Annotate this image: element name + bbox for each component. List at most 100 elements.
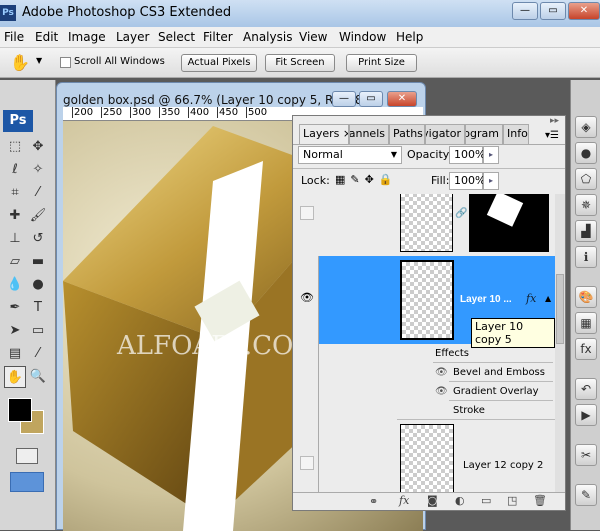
type-tool-icon[interactable]: T [27,297,49,319]
adjustment-layer-icon[interactable]: ◐ [455,494,465,507]
eraser-tool-icon[interactable]: ▱ [4,251,26,273]
eye-icon[interactable]: 👁 [435,367,448,378]
print-size-button[interactable]: Print Size [346,54,417,72]
tab-channels[interactable]: Channels [349,124,389,144]
crop-tool-icon[interactable]: ⌗ [4,182,26,204]
menu-edit[interactable]: Edit [35,30,58,44]
shape-tool-icon[interactable]: ▭ [27,320,49,342]
stamp-tool-icon[interactable]: ⊥ [4,228,26,250]
hand-tool-icon[interactable]: ✋ [10,53,30,72]
history-brush-tool-icon[interactable]: ↺ [27,228,49,250]
fx-icon[interactable]: fx [526,292,536,305]
layers-list: 🔗 Layer 10 ... fx ▲ 👁 Layer 10 copy 5 Ef… [293,194,555,492]
collapse-panel-icon[interactable]: ▸▸ [550,116,559,126]
layers-panel-icon[interactable]: ◈ [575,116,597,138]
paths-panel-icon[interactable]: ⬠ [575,168,597,190]
delete-layer-icon[interactable]: 🗑 [533,494,547,507]
color-panel-icon[interactable]: 🎨 [575,286,597,308]
screen-mode-button[interactable] [10,472,44,492]
blur-tool-icon[interactable]: 💧 [4,274,26,296]
minimize-button[interactable]: — [512,2,538,20]
menu-file[interactable]: File [4,30,24,44]
quick-mask-button[interactable] [16,448,38,464]
marquee-tool-icon[interactable]: ⬚ [4,136,26,158]
link-icon[interactable]: 🔗 [455,208,467,219]
expand-effects-icon[interactable]: ▲ [545,294,551,303]
link-layers-icon[interactable]: ⚭ [369,495,378,508]
tab-info[interactable]: Info [503,124,529,144]
visibility-toggle[interactable] [300,456,314,470]
styles-panel-icon[interactable]: fx [575,338,597,360]
opacity-input[interactable]: 100% [449,146,485,164]
fit-screen-button[interactable]: Fit Screen [265,54,335,72]
healing-tool-icon[interactable]: ✚ [4,205,26,227]
scroll-all-windows-checkbox[interactable] [60,57,71,68]
tab-label: Info [507,127,528,140]
title-bar: Ps Adobe Photoshop CS3 Extended — ▭ ✕ [0,0,600,27]
tab-paths[interactable]: Paths [389,124,425,144]
effect-gradient-overlay[interactable]: Gradient Overlay [453,386,539,397]
fill-slider-button[interactable]: ▸ [483,172,499,190]
lasso-tool-icon[interactable]: ℓ [4,159,26,181]
add-style-icon[interactable]: fx [399,494,409,507]
eyedropper-tool-icon[interactable]: ⁄ [27,182,49,204]
effect-stroke[interactable]: Stroke [453,405,485,416]
layer-row[interactable]: 🔗 [293,194,555,254]
eye-icon[interactable]: 👁 [300,292,314,306]
pen-tool-icon[interactable]: ✒ [4,297,26,319]
lock-icons[interactable]: ▦✎✥🔒 [335,173,398,186]
gradient-tool-icon[interactable]: ▬ [27,251,49,273]
scrollbar-thumb[interactable] [556,274,564,344]
new-group-icon[interactable]: ▭ [481,494,491,507]
visibility-toggle[interactable] [300,206,314,220]
fill-input[interactable]: 100% [449,172,485,190]
add-mask-icon[interactable]: ◙ [427,494,438,507]
doc-minimize-button[interactable]: — [332,91,356,107]
notes-tool-icon[interactable]: ▤ [4,343,26,365]
menu-select[interactable]: Select [158,30,195,44]
channels-panel-icon[interactable]: ● [575,142,597,164]
tab-histogram[interactable]: Histogram [465,124,503,144]
menu-help[interactable]: Help [396,30,423,44]
maximize-button[interactable]: ▭ [540,2,566,20]
foreground-color-swatch[interactable] [8,398,32,422]
eyedropper2-tool-icon[interactable]: ⁄ [27,343,49,365]
swatches-panel-icon[interactable]: ▦ [575,312,597,334]
opacity-slider-button[interactable]: ▸ [483,146,499,164]
brushes-panel-icon[interactable]: ✎ [575,484,597,506]
doc-close-button[interactable]: ✕ [387,91,417,107]
menu-layer[interactable]: Layer [116,30,149,44]
eye-icon[interactable]: 👁 [435,386,448,397]
histogram-panel-icon[interactable]: ▟ [575,220,597,242]
navigator-panel-icon[interactable]: ✵ [575,194,597,216]
tab-navigator[interactable]: Navigator [425,124,465,144]
actions-panel-icon[interactable]: ▶ [575,404,597,426]
effect-bevel-emboss[interactable]: Bevel and Emboss [453,367,545,378]
tool-grid: ⬚ ✥ ℓ ✧ ⌗ ⁄ ✚ 🖌 ⊥ ↺ ▱ ▬ 💧 ● ✒ T ➤ ▭ ▤ ⁄ ✋ 🔍 [4,136,49,388]
menu-analysis[interactable]: Analysis [243,30,292,44]
layer-row[interactable]: Layer 12 copy 2 [293,420,555,492]
tool-preset-dropdown[interactable]: ▼ [36,56,42,65]
zoom-tool-icon[interactable]: 🔍 [27,366,49,388]
menu-image[interactable]: Image [68,30,106,44]
new-layer-icon[interactable]: ◳ [507,494,517,507]
history-panel-icon[interactable]: ↶ [575,378,597,400]
doc-maximize-button[interactable]: ▭ [359,91,383,107]
actual-pixels-button[interactable]: Actual Pixels [181,54,257,72]
path-selection-tool-icon[interactable]: ➤ [4,320,26,342]
close-button[interactable]: ✕ [568,2,600,20]
blend-mode-select[interactable]: Normal ▼ [298,146,402,164]
menu-view[interactable]: View [299,30,327,44]
tab-layers[interactable]: Layers × [299,124,349,144]
move-tool-icon[interactable]: ✥ [27,136,49,158]
dodge-tool-icon[interactable]: ● [27,274,49,296]
info-panel-icon[interactable]: ℹ [575,246,597,268]
menu-filter[interactable]: Filter [203,30,233,44]
brush-tool-icon[interactable]: 🖌 [27,205,49,227]
hand-tool-icon[interactable]: ✋ [4,366,26,388]
magic-wand-tool-icon[interactable]: ✧ [27,159,49,181]
tool-presets-panel-icon[interactable]: ✂ [575,444,597,466]
layers-scrollbar[interactable] [555,194,565,492]
menu-window[interactable]: Window [339,30,386,44]
panel-menu-icon[interactable]: ▾☰ [545,130,559,141]
